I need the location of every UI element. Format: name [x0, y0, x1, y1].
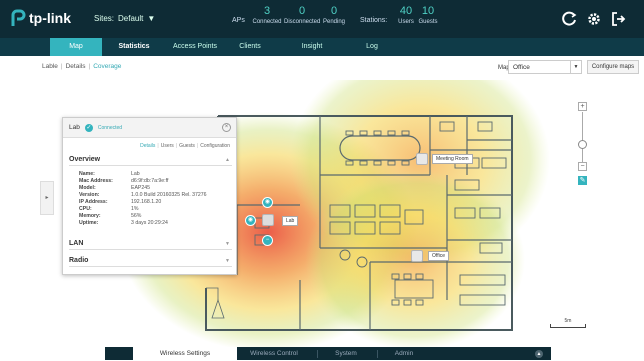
zoom-control: + − ✎	[578, 102, 588, 186]
lan-section-header[interactable]: LAN ▼	[69, 240, 232, 250]
zoom-out-button[interactable]: −	[578, 162, 587, 171]
main-nav: Map Statistics Access Points Clients Ins…	[0, 38, 644, 56]
zoom-slider-handle[interactable]	[578, 140, 587, 149]
subtab-details[interactable]: Details	[140, 143, 155, 149]
ap-marker-lab[interactable]	[262, 214, 274, 226]
tab-map[interactable]: Map	[50, 38, 102, 56]
stat-disconnected[interactable]: 0 Disconnected	[284, 6, 320, 26]
tab-wireless-settings[interactable]: Wireless Settings	[133, 347, 237, 360]
chevron-down-icon: ▼	[225, 241, 230, 247]
remove-ap-circle-icon[interactable]: −	[262, 235, 273, 246]
chevron-down-icon: ▼	[225, 258, 230, 264]
panel-header: Lab ✓ Connected ×	[63, 118, 236, 138]
stat-guests[interactable]: 10 Guests	[418, 6, 438, 26]
tab-statistics[interactable]: Statistics	[108, 38, 160, 56]
divider	[377, 350, 378, 358]
tab-system[interactable]: System	[321, 347, 371, 360]
site-selector[interactable]: Sites: Default ▼	[94, 14, 155, 23]
stat-users[interactable]: 40 Users	[396, 6, 416, 26]
map-select[interactable]: Office ▼	[508, 60, 582, 74]
subtab-users[interactable]: Users	[161, 143, 174, 149]
map-scale: 5m	[550, 318, 586, 328]
stat-connected[interactable]: 3 Connected	[252, 6, 282, 26]
subtab-guests[interactable]: Guests	[179, 143, 195, 149]
tab-admin[interactable]: Admin	[381, 347, 427, 360]
tab-clients[interactable]: Clients	[224, 38, 276, 56]
brand-name: tp-link	[29, 10, 71, 26]
chevron-down-icon: ▼	[147, 14, 156, 23]
breadcrumb: Lable | Details | Coverage	[42, 63, 122, 70]
radio-section-header[interactable]: Radio ▼	[69, 257, 232, 267]
ap-marker-meeting-room[interactable]	[416, 153, 428, 165]
breadcrumb-coverage[interactable]: Coverage	[93, 63, 121, 70]
chevron-down-icon: ▼	[570, 61, 581, 73]
subtab-configuration[interactable]: Configuration	[200, 143, 230, 149]
stations-label: Stations:	[360, 17, 388, 24]
bottom-settings-bar: Wireless Settings Wireless Control Syste…	[105, 347, 551, 360]
breadcrumb-details[interactable]: Details	[66, 63, 86, 70]
aps-label: APs	[232, 17, 245, 24]
wifi-ap-circle-icon[interactable]: ◉	[262, 197, 273, 208]
configure-maps-button[interactable]: Configure maps	[587, 60, 639, 74]
ap-status: Connected	[97, 124, 123, 131]
ap-label-office: Office	[428, 251, 449, 261]
chevron-up-icon: ▲	[225, 157, 230, 163]
ap-details-panel: Lab ✓ Connected × Details | Users | Guests | C…	[62, 117, 237, 275]
zoom-in-button[interactable]: +	[578, 102, 587, 111]
logo: tp-link	[10, 9, 71, 27]
site-value: Default	[118, 14, 144, 23]
edit-icon[interactable]: ✎	[578, 176, 587, 185]
check-icon: ✓	[84, 123, 93, 132]
chevron-up-icon[interactable]: ▲	[535, 350, 543, 358]
ap-marker-office[interactable]	[411, 250, 423, 262]
overview-section-header[interactable]: Overview ▲	[69, 156, 232, 166]
map-select-value: Office	[513, 64, 530, 71]
locate-ap-circle-icon[interactable]: ◉	[245, 215, 256, 226]
ap-label-meeting-room: Meeting Room	[432, 154, 473, 164]
tab-access-points[interactable]: Access Points	[168, 38, 222, 56]
tplink-logo-icon	[11, 9, 26, 26]
sites-label: Sites:	[94, 14, 115, 23]
divider	[317, 350, 318, 358]
top-bar: tp-link Sites: Default ▼ APs 3 Connected …	[0, 0, 644, 38]
logout-icon[interactable]	[610, 11, 626, 27]
tab-wireless-control[interactable]: Wireless Control	[239, 347, 309, 360]
breadcrumb-lable[interactable]: Lable	[42, 63, 58, 70]
expand-side-panel-button[interactable]: ▸	[40, 181, 54, 215]
tab-insight[interactable]: Insight	[286, 38, 338, 56]
zoom-track	[582, 112, 583, 162]
panel-subtabs: Details | Users | Guests | Configuration	[140, 143, 230, 149]
ap-name: Lab	[69, 124, 80, 131]
refresh-icon[interactable]	[562, 11, 578, 27]
gear-icon[interactable]	[586, 11, 602, 27]
close-icon[interactable]: ×	[222, 123, 231, 132]
stat-pending[interactable]: 0 Pending	[322, 6, 346, 26]
tab-log[interactable]: Log	[346, 38, 398, 56]
ap-label-lab: Lab	[282, 216, 299, 226]
